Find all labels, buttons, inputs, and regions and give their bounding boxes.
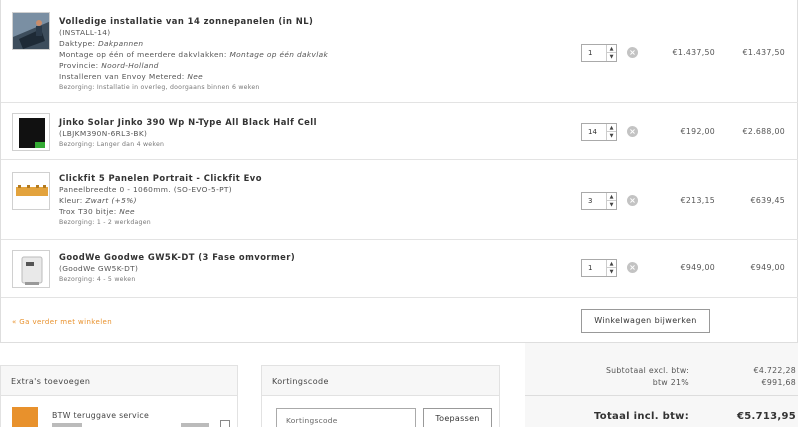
- delivery-note: Bezorging: Langer dan 4 weken: [59, 141, 165, 148]
- mounting-rail-thumbnail: [12, 172, 50, 210]
- product-option: Provincie: Noord-Holland: [59, 61, 159, 70]
- inverter-thumbnail: [12, 250, 50, 288]
- coupon-title: Kortingscode: [262, 366, 499, 396]
- extras-item-price: [181, 423, 209, 427]
- coupon-input[interactable]: Kortingscode: [276, 408, 416, 427]
- vat-value: €991,68: [761, 378, 796, 387]
- vat-service-thumbnail: [12, 407, 38, 427]
- chevron-down-icon[interactable]: ▼: [607, 53, 616, 61]
- extras-checkbox[interactable]: [220, 420, 230, 427]
- quantity-stepper[interactable]: 1 ▲ ▼: [581, 44, 617, 62]
- continue-shopping-link[interactable]: « Ga verder met winkelen: [12, 318, 112, 326]
- delivery-note: Bezorging: 4 - 5 weken: [59, 276, 136, 283]
- product-option: Installeren van Envoy Metered: Nee: [59, 72, 204, 81]
- extras-item-label: BTW teruggave service: [52, 411, 150, 420]
- cart-item-row: Jinko Solar Jinko 390 Wp N-Type All Blac…: [1, 103, 798, 160]
- installation-thumbnail: [12, 12, 50, 50]
- chevron-up-icon[interactable]: ▲: [607, 193, 616, 201]
- product-name[interactable]: Jinko Solar Jinko 390 Wp N-Type All Blac…: [59, 117, 317, 127]
- quantity-value[interactable]: 1: [588, 49, 592, 57]
- summary-divider: [525, 395, 798, 396]
- quantity-value[interactable]: 3: [588, 197, 592, 205]
- chevron-down-icon[interactable]: ▼: [607, 268, 616, 276]
- unit-price: €192,00: [680, 127, 715, 136]
- cart-item-row: GoodWe Goodwe GW5K-DT (3 Fase omvormer) …: [1, 240, 798, 298]
- line-total: €1.437,50: [742, 48, 785, 57]
- product-sku: (LBJKM390N-6RL3-BK): [59, 129, 148, 138]
- subtotal-label: Subtotaal excl. btw:: [605, 366, 689, 375]
- close-circle-icon[interactable]: ×: [627, 195, 638, 206]
- extras-panel: Extra's toevoegen BTW teruggave service: [0, 365, 238, 427]
- close-circle-icon[interactable]: ×: [627, 47, 638, 58]
- close-circle-icon[interactable]: ×: [627, 126, 638, 137]
- extras-title: Extra's toevoegen: [1, 366, 237, 396]
- product-name[interactable]: GoodWe Goodwe GW5K-DT (3 Fase omvormer): [59, 252, 295, 262]
- product-sku: (INSTALL-14): [59, 28, 111, 37]
- chevron-up-icon[interactable]: ▲: [607, 45, 616, 53]
- unit-price: €949,00: [680, 263, 715, 272]
- product-name[interactable]: Volledige installatie van 14 zonnepanele…: [59, 16, 313, 26]
- line-total: €949,00: [750, 263, 785, 272]
- chevron-up-icon[interactable]: ▲: [607, 260, 616, 268]
- line-total: €2.688,00: [742, 127, 785, 136]
- chevron-up-icon[interactable]: ▲: [607, 124, 616, 132]
- quantity-stepper[interactable]: 3 ▲ ▼: [581, 192, 617, 210]
- chevron-down-icon[interactable]: ▼: [607, 201, 616, 209]
- product-sku: Paneelbreedte 0 - 1060mm. (SO-EVO-5-PT): [59, 185, 233, 194]
- cart-item-row: Volledige installatie van 14 zonnepanele…: [1, 0, 798, 103]
- delivery-note: Bezorging: 1 - 2 werkdagen: [59, 219, 151, 226]
- cart-table: Volledige installatie van 14 zonnepanele…: [0, 0, 798, 343]
- quantity-value[interactable]: 14: [588, 128, 597, 136]
- subtotal-value: €4.722,28: [753, 366, 796, 375]
- product-option: Daktype: Dakpannen: [59, 39, 144, 48]
- extras-item-subtext: [52, 423, 82, 427]
- quantity-value[interactable]: 1: [588, 264, 592, 272]
- unit-price: €213,15: [680, 196, 715, 205]
- cart-item-row: Clickfit 5 Panelen Portrait - Clickfit E…: [1, 160, 798, 240]
- order-summary: Subtotaal excl. btw: €4.722,28 btw 21% €…: [525, 343, 798, 427]
- product-name[interactable]: Clickfit 5 Panelen Portrait - Clickfit E…: [59, 173, 262, 183]
- solar-panel-thumbnail: [12, 113, 50, 151]
- product-sku: (GoodWe GW5K-DT): [59, 264, 139, 273]
- unit-price: €1.437,50: [672, 48, 715, 57]
- update-cart-button[interactable]: Winkelwagen bijwerken: [581, 309, 710, 333]
- grand-total-label: Totaal incl. btw:: [593, 411, 689, 422]
- close-circle-icon[interactable]: ×: [627, 262, 638, 273]
- chevron-down-icon[interactable]: ▼: [607, 132, 616, 140]
- grand-total-value: €5.713,95: [736, 411, 796, 422]
- product-option: Montage op één of meerdere dakvlakken: M…: [59, 50, 329, 59]
- product-option: Kleur: Zwart (+5%): [59, 196, 137, 205]
- coupon-panel: Kortingscode Kortingscode Toepassen: [261, 365, 500, 427]
- line-total: €639,45: [750, 196, 785, 205]
- quantity-stepper[interactable]: 1 ▲ ▼: [581, 259, 617, 277]
- vat-label: btw 21%: [652, 378, 689, 387]
- delivery-note: Bezorging: Installatie in overleg, doorg…: [59, 84, 260, 91]
- apply-coupon-button[interactable]: Toepassen: [423, 408, 492, 427]
- quantity-stepper[interactable]: 14 ▲ ▼: [581, 123, 617, 141]
- product-option: Trox T30 bitje: Nee: [59, 207, 135, 216]
